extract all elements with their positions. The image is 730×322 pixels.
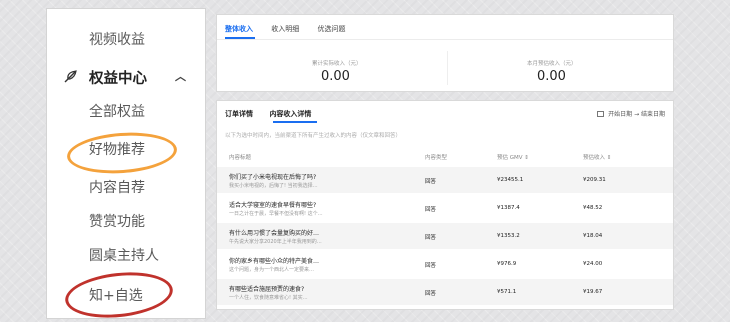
detail-tabs: 订单详情 内容收入详情 (225, 109, 325, 119)
income-summary-card: 整体收入 收入明细 优选问题 累计实际收入（元） 0.00 本月预估收入（元） … (216, 14, 674, 92)
row-gmv: ¥1387.4 (497, 205, 520, 211)
tab-income-detail[interactable]: 收入明细 (271, 24, 299, 34)
stat-value-total: 0.00 (321, 69, 350, 84)
column-header-income[interactable]: 预估收入 ⇕ (583, 153, 611, 161)
row-excerpt: 一个人住，饮食随意难省心! 其实… (229, 295, 308, 301)
row-excerpt: 这个问题，身为一个西北人一定要来… (229, 267, 315, 273)
stat-value-month: 0.00 (537, 69, 566, 84)
stat-label-month: 本月预估收入（元） (527, 61, 577, 67)
sidebar-panel: 视频收益 权益中心 ︿ 全部权益 好物推荐 内容自荐 赞赏功能 圆桌主持人 知+… (46, 8, 206, 322)
tab-preferred-questions[interactable]: 优选问题 (317, 24, 345, 34)
row-gmv: ¥976.9 (497, 261, 517, 267)
summary-tabs: 整体收入 收入明细 优选问题 (225, 24, 361, 34)
column-header-gmv[interactable]: 预估 GMV ⇕ (497, 153, 529, 161)
row-income: ¥19.67 (583, 289, 603, 295)
row-excerpt: 我买小米电视的，后悔了! 当初我选择… (229, 183, 318, 189)
sidebar-section-label: 权益中心 (89, 71, 147, 87)
row-type: 回答 (425, 263, 437, 269)
tab-order-detail[interactable]: 订单详情 (225, 110, 253, 118)
sidebar-item-label: 赞赏功能 (89, 214, 145, 230)
sidebar-item-label: 视频收益 (89, 32, 145, 48)
row-title[interactable]: 你的家乡有哪些小众的特产美食… (229, 256, 319, 265)
row-title[interactable]: 适合大学寝室的速食早餐有哪些? (229, 200, 316, 209)
row-type: 回答 (425, 235, 437, 241)
table-description: 以下为选中时间内，当前渠道下所有产生过收入的内容（仅文章和回答） (225, 133, 402, 139)
active-tab-indicator (273, 121, 317, 123)
leaf-icon (64, 70, 77, 83)
row-excerpt: 一日之计在于晨，早餐不但没有啊! 这个… (229, 211, 323, 217)
table-row[interactable]: 适合大学寝室的速食早餐有哪些? 一日之计在于晨，早餐不但没有啊! 这个… 回答 … (217, 195, 673, 221)
column-header-type: 内容类型 (425, 155, 448, 161)
table-row[interactable]: 你们买了小米电视现在后悔了吗? 我买小米电视的，后悔了! 当初我选择… 回答 ¥… (217, 167, 673, 193)
row-type: 回答 (425, 291, 437, 297)
row-title[interactable]: 你们买了小米电视现在后悔了吗? (229, 172, 316, 181)
orange-highlight-circle (65, 129, 179, 177)
calendar-icon (597, 111, 605, 117)
row-gmv: ¥1353.2 (497, 233, 520, 239)
row-type: 回答 (425, 207, 437, 213)
tab-divider (217, 39, 673, 40)
table-row[interactable]: 你的家乡有哪些小众的特产美食… 这个问题，身为一个西北人一定要来… 回答 ¥97… (217, 251, 673, 277)
row-income: ¥209.31 (583, 177, 606, 183)
row-gmv: ¥23455.1 (497, 177, 524, 183)
row-income: ¥48.52 (583, 205, 603, 211)
stat-label-total: 累计实际收入（元） (312, 61, 362, 67)
row-income: ¥24.00 (583, 261, 603, 267)
sidebar-item-label: 全部权益 (89, 104, 145, 120)
tab-overall-income[interactable]: 整体收入 (225, 24, 253, 34)
row-excerpt: 午先说大家分享2020年上半年我用到的… (229, 239, 322, 245)
sidebar-item-label: 圆桌主持人 (89, 248, 159, 264)
sidebar-item-label: 内容自荐 (89, 180, 145, 196)
income-detail-card: 订单详情 内容收入详情 开始日期 → 结束日期 以下为选中时间内，当前渠道下所有… (216, 100, 674, 310)
chevron-up-icon[interactable]: ︿ (175, 68, 186, 84)
date-range-picker[interactable]: 开始日期 → 结束日期 (597, 109, 665, 118)
table-row[interactable]: 有哪些适合施屈预贾的速食? 一个人住，饮食随意难省心! 其实… 回答 ¥571.… (217, 279, 673, 305)
stat-separator (447, 51, 448, 85)
table-row[interactable]: 有什么用习惯了会量复购买的好… 午先说大家分享2020年上半年我用到的… 回答 … (217, 223, 673, 249)
row-type: 回答 (425, 179, 437, 185)
tab-content-income-detail[interactable]: 内容收入详情 (269, 110, 311, 118)
red-highlight-circle (62, 267, 176, 322)
row-gmv: ¥571.1 (497, 289, 517, 295)
date-range-text: 开始日期 → 结束日期 (608, 111, 665, 118)
column-header-title: 内容标题 (229, 155, 252, 161)
row-income: ¥18.04 (583, 233, 603, 239)
row-title[interactable]: 有什么用习惯了会量复购买的好… (229, 228, 319, 237)
table-header: 内容标题 内容类型 预估 GMV ⇕ 预估收入 ⇕ (217, 149, 673, 163)
row-title[interactable]: 有哪些适合施屈预贾的速食? (229, 284, 304, 293)
